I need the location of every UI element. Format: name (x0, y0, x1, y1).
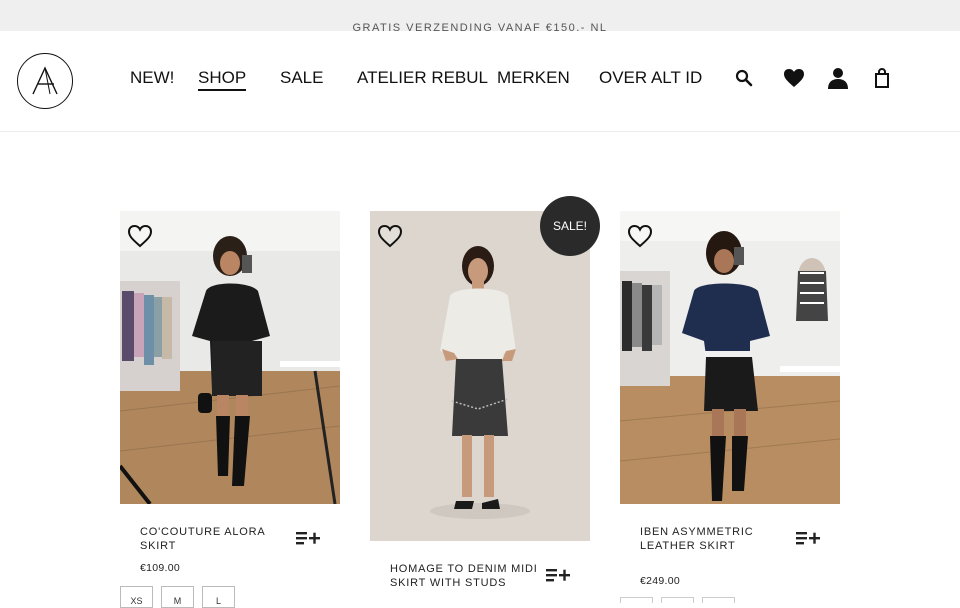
size-option[interactable] (620, 597, 653, 603)
search-icon[interactable] (732, 66, 756, 90)
announcement-bar: GRATIS VERZENDING VANAF €150,- NL (0, 0, 960, 31)
add-to-wishlist-heart-icon[interactable] (127, 224, 153, 248)
product-price: €249.00 (640, 575, 681, 587)
product-card[interactable] (120, 211, 340, 504)
shopping-bag-icon[interactable] (870, 66, 894, 90)
product-card[interactable] (370, 211, 590, 541)
quick-add-list-plus-icon[interactable] (296, 530, 322, 546)
add-to-wishlist-heart-icon[interactable] (627, 224, 653, 248)
product-price: €109.00 (140, 562, 181, 574)
product-name[interactable]: IBEN ASYMMETRIC LEATHER SKIRT (640, 525, 790, 553)
wishlist-heart-icon[interactable] (782, 66, 806, 90)
account-user-icon[interactable] (826, 66, 850, 90)
quick-add-list-plus-icon[interactable] (796, 530, 822, 546)
product-image[interactable] (370, 211, 590, 541)
product-image[interactable] (120, 211, 340, 504)
product-image[interactable] (620, 211, 840, 504)
nav-new[interactable]: NEW! (130, 68, 174, 88)
sale-badge: SALE! (540, 196, 600, 256)
nav-atelier-rebul[interactable]: ATELIER REBUL (357, 68, 488, 88)
nav-over-alt-id[interactable]: OVER ALT ID (599, 68, 702, 88)
size-option[interactable] (702, 597, 735, 603)
product-name[interactable]: HOMAGE TO DENIM MIDI SKIRT WITH STUDS (390, 562, 540, 590)
quick-add-list-plus-icon[interactable] (546, 567, 572, 583)
nav-merken[interactable]: MERKEN (497, 68, 570, 88)
size-option[interactable]: L (202, 586, 235, 608)
brand-logo[interactable] (17, 53, 73, 109)
site-header: NEW! SHOP SALE ATELIER REBUL MERKEN OVER… (0, 31, 960, 132)
size-option[interactable]: M (161, 586, 194, 608)
nav-shop[interactable]: SHOP (198, 68, 247, 91)
announcement-text: GRATIS VERZENDING VANAF €150,- NL (352, 22, 608, 31)
product-name[interactable]: CO'COUTURE ALORA SKIRT (140, 525, 300, 553)
nav-sale[interactable]: SALE (280, 68, 323, 88)
size-option[interactable] (661, 597, 694, 603)
logo-icon (32, 66, 58, 95)
add-to-wishlist-heart-icon[interactable] (377, 224, 403, 248)
size-option[interactable]: XS (120, 586, 153, 608)
product-card[interactable] (620, 211, 840, 504)
